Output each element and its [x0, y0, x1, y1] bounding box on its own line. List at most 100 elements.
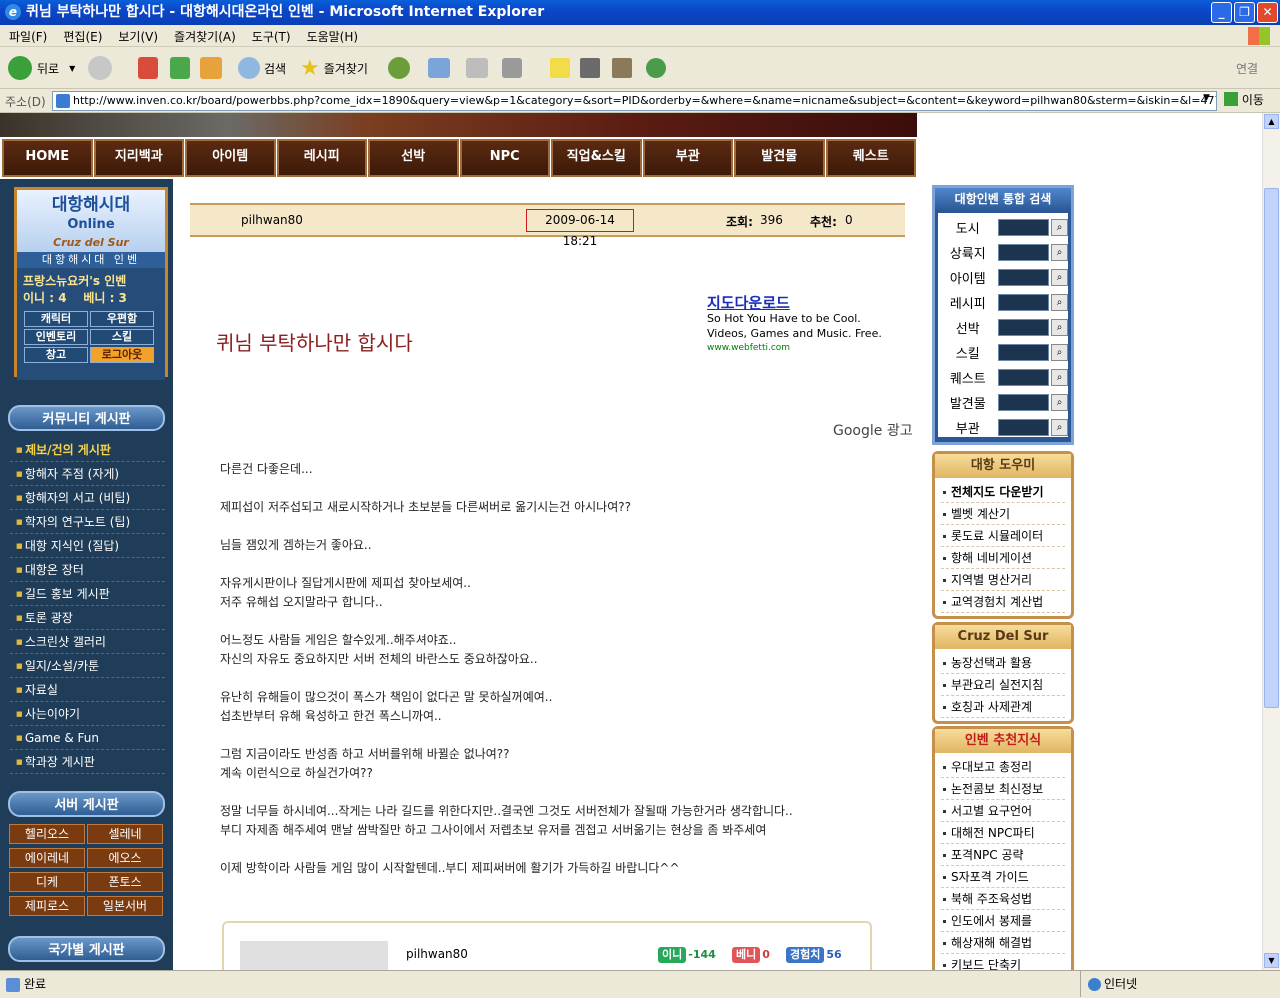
nav-ship[interactable]: 선박 [368, 139, 459, 177]
search-icon[interactable]: ⌕ [1051, 269, 1068, 286]
refresh-button[interactable] [170, 55, 190, 81]
list-item[interactable]: 해상재해 해결법 [941, 932, 1065, 954]
menu-edit[interactable]: 편집(E) [54, 25, 109, 45]
sidebar-item-guild[interactable]: 길드 홍보 게시판 [10, 582, 165, 606]
sidebar-item-game-fun[interactable]: Game & Fun [10, 726, 165, 750]
list-item[interactable]: 농장선택과 활용 [941, 652, 1065, 674]
home-button[interactable] [200, 55, 222, 81]
search-button[interactable]: 검색 [238, 55, 286, 81]
menu-file[interactable]: 파일(F) [0, 25, 54, 45]
list-item[interactable]: 전체지도 다운받기 [941, 481, 1065, 503]
address-dropdown-icon[interactable]: ▼ [1203, 93, 1210, 103]
search-input-discovery[interactable] [997, 394, 1050, 411]
server-zephyros[interactable]: 제피로스 [9, 896, 85, 916]
mailbox-button[interactable]: 우편함 [90, 311, 154, 327]
nav-home[interactable]: HOME [2, 139, 93, 177]
search-input-landing[interactable] [997, 244, 1050, 261]
print-button[interactable] [466, 55, 488, 81]
search-input-item[interactable] [997, 269, 1050, 286]
list-item[interactable]: 벨벳 계산기 [941, 503, 1065, 525]
sidebar-item-report[interactable]: 제보/건의 게시판 [10, 438, 165, 462]
list-item[interactable]: 호칭과 사제관계 [941, 696, 1065, 718]
menu-tools[interactable]: 도구(T) [243, 25, 298, 45]
note-button[interactable] [550, 55, 570, 81]
server-helios[interactable]: 헬리오스 [9, 824, 85, 844]
close-button[interactable]: ✕ [1257, 2, 1278, 23]
sidebar-item-qna[interactable]: 대항 지식인 (질답) [10, 534, 165, 558]
sidebar-item-tavern[interactable]: 항해자 주점 (자게) [10, 462, 165, 486]
skill-button[interactable]: 스킬 [90, 329, 154, 345]
character-button[interactable]: 캐릭터 [24, 311, 88, 327]
sidebar-item-journal[interactable]: 일지/소설/카툰 [10, 654, 165, 678]
search-icon[interactable]: ⌕ [1051, 319, 1068, 336]
nav-quest[interactable]: 퀘스트 [825, 139, 916, 177]
server-pontos[interactable]: 폰토스 [87, 872, 163, 892]
messenger-button[interactable] [646, 55, 666, 81]
nav-npc[interactable]: NPC [459, 139, 550, 177]
nav-geography[interactable]: 지리백과 [93, 139, 184, 177]
list-item[interactable]: 인도에서 봉제를 [941, 910, 1065, 932]
signature-nick[interactable]: pilhwan80 [406, 947, 468, 961]
history-button[interactable] [388, 55, 410, 81]
ad-link[interactable]: 지도다운로드 [707, 296, 907, 311]
list-item[interactable]: 논전콤보 최신정보 [941, 778, 1065, 800]
maximize-button[interactable]: ❐ [1234, 2, 1255, 23]
search-input-recipe[interactable] [997, 294, 1050, 311]
list-item[interactable]: 키보드 단축키 [941, 954, 1065, 970]
nav-adjutant[interactable]: 부관 [642, 139, 733, 177]
stop-button[interactable] [138, 55, 158, 81]
post-author[interactable]: pilhwan80 [241, 213, 303, 227]
sidebar-item-market[interactable]: 대항온 장터 [10, 558, 165, 582]
search-input-city[interactable] [997, 219, 1050, 236]
sidebar-item-library[interactable]: 항해자의 서고 (비팁) [10, 486, 165, 510]
list-item[interactable]: 부관요리 실전지침 [941, 674, 1065, 696]
server-dike[interactable]: 디케 [9, 872, 85, 892]
list-item[interactable]: 대해전 NPC파티 [941, 822, 1065, 844]
links-label[interactable]: 연결 [1236, 55, 1258, 81]
server-japan[interactable]: 일본서버 [87, 896, 163, 916]
search-icon[interactable]: ⌕ [1051, 294, 1068, 311]
list-item[interactable]: 우대보고 총정리 [941, 756, 1065, 778]
back-button[interactable]: 뒤로 ▼ [8, 55, 75, 81]
storage-button[interactable]: 창고 [24, 347, 88, 363]
sidebar-item-debate[interactable]: 토론 광장 [10, 606, 165, 630]
nav-recipe[interactable]: 레시피 [276, 139, 367, 177]
search-icon[interactable]: ⌕ [1051, 369, 1068, 386]
server-eirene[interactable]: 에이레네 [9, 848, 85, 868]
nav-item[interactable]: 아이템 [185, 139, 276, 177]
search-input-skill[interactable] [997, 344, 1050, 361]
scroll-up-icon[interactable]: ▲ [1264, 114, 1279, 129]
list-item[interactable]: 교역경험치 계산법 [941, 591, 1065, 613]
media-button[interactable] [580, 55, 600, 81]
sidebar-item-dean[interactable]: 학과장 게시판 [10, 750, 165, 774]
sidebar-item-files[interactable]: 자료실 [10, 678, 165, 702]
menu-view[interactable]: 보기(V) [109, 25, 165, 45]
sidebar-item-notes[interactable]: 학자의 연구노트 (팁) [10, 510, 165, 534]
forward-button[interactable] [88, 55, 112, 81]
address-input[interactable]: http://www.inven.co.kr/board/powerbbs.ph… [52, 91, 1217, 111]
menu-help[interactable]: 도움말(H) [298, 25, 366, 45]
minimize-button[interactable]: _ [1211, 2, 1232, 23]
list-item[interactable]: 항해 네비게이션 [941, 547, 1065, 569]
scroll-down-icon[interactable]: ▼ [1264, 953, 1279, 968]
server-eos[interactable]: 에오스 [87, 848, 163, 868]
search-icon[interactable]: ⌕ [1051, 394, 1068, 411]
sidebar-item-screenshot[interactable]: 스크린샷 갤러리 [10, 630, 165, 654]
nav-discovery[interactable]: 발견물 [734, 139, 825, 177]
search-icon[interactable]: ⌕ [1051, 344, 1068, 361]
research-button[interactable] [612, 55, 632, 81]
search-input-adjutant[interactable] [997, 419, 1050, 436]
nav-job-skill[interactable]: 직업&스킬 [551, 139, 642, 177]
go-button[interactable]: 이동 [1224, 91, 1264, 108]
scroll-thumb[interactable] [1264, 188, 1279, 708]
server-selene[interactable]: 셀레네 [87, 824, 163, 844]
menu-favorites[interactable]: 즐겨찾기(A) [165, 25, 243, 45]
search-icon[interactable]: ⌕ [1051, 419, 1068, 436]
list-item[interactable]: 북해 주조육성법 [941, 888, 1065, 910]
list-item[interactable]: 롯도료 시뮬레이터 [941, 525, 1065, 547]
sidebar-item-life[interactable]: 사는이야기 [10, 702, 165, 726]
ad-url[interactable]: www.webfetti.com [707, 341, 907, 356]
list-item[interactable]: 지역별 명산거리 [941, 569, 1065, 591]
mail-button[interactable] [428, 55, 450, 81]
favorites-button[interactable]: ★ 즐겨찾기 [300, 55, 368, 81]
